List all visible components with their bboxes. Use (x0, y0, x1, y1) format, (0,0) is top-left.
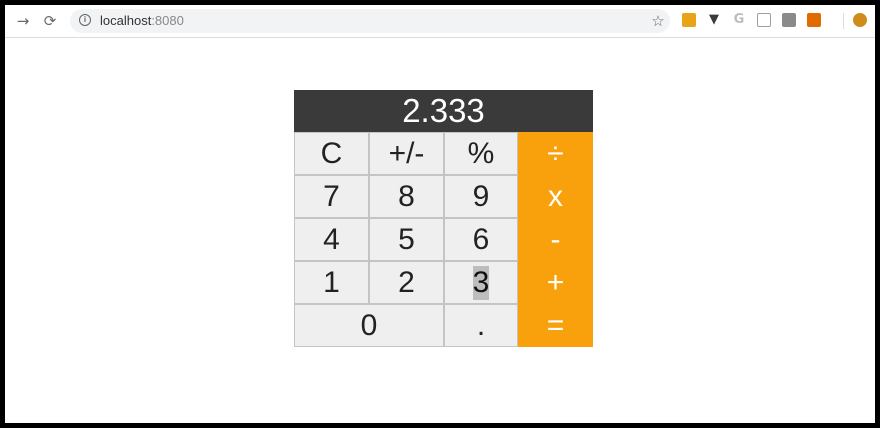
percent-button[interactable]: % (444, 132, 518, 175)
extension-box-icon[interactable] (807, 13, 821, 27)
bookmark-star-icon[interactable]: ☆ (648, 11, 668, 31)
digit-1-button[interactable]: 1 (294, 261, 369, 304)
browser-window: → ⟳ i localhost:8080 ☆ ▼ G 2.333 C +/- %… (5, 5, 875, 423)
browser-toolbar: → ⟳ i localhost:8080 ☆ ▼ G (5, 5, 875, 38)
extension-v-icon[interactable]: ▼ (707, 13, 721, 27)
extension-g-icon[interactable]: G (732, 13, 746, 27)
forward-arrow-icon[interactable]: → (13, 11, 33, 31)
url-text[interactable]: localhost:8080 (100, 9, 184, 33)
digit-5-button[interactable]: 5 (369, 218, 444, 261)
clear-button[interactable]: C (294, 132, 369, 175)
extension-windows-icon[interactable] (782, 13, 796, 27)
add-button[interactable]: + (518, 261, 593, 304)
calculator-keypad: C +/- % ÷ 7 8 9 x 4 5 6 - 1 2 3 + 0 . = (294, 132, 593, 347)
reload-icon[interactable]: ⟳ (40, 11, 60, 31)
url-port: :8080 (151, 13, 184, 28)
address-bar[interactable]: i localhost:8080 ☆ (70, 9, 670, 33)
extension-orange-icon[interactable] (682, 13, 696, 27)
sign-toggle-button[interactable]: +/- (369, 132, 444, 175)
calculator: 2.333 C +/- % ÷ 7 8 9 x 4 5 6 - 1 2 3 + … (294, 90, 593, 347)
url-host: localhost (100, 13, 152, 28)
calculator-display: 2.333 (294, 90, 593, 132)
extension-doc-icon[interactable] (757, 13, 771, 27)
digit-7-button[interactable]: 7 (294, 175, 369, 218)
info-icon[interactable]: i (79, 14, 91, 26)
digit-4-button[interactable]: 4 (294, 218, 369, 261)
digit-0-button[interactable]: 0 (294, 304, 444, 347)
divide-button[interactable]: ÷ (518, 132, 593, 175)
digit-2-button[interactable]: 2 (369, 261, 444, 304)
digit-9-button[interactable]: 9 (444, 175, 518, 218)
toolbar-separator (843, 13, 844, 29)
digit-3-label: 3 (472, 265, 490, 300)
subtract-button[interactable]: - (518, 218, 593, 261)
equals-button[interactable]: = (518, 304, 593, 347)
digit-8-button[interactable]: 8 (369, 175, 444, 218)
digit-6-button[interactable]: 6 (444, 218, 518, 261)
digit-3-button[interactable]: 3 (444, 261, 518, 304)
multiply-button[interactable]: x (518, 175, 593, 218)
decimal-button[interactable]: . (444, 304, 518, 347)
extension-fox-icon[interactable] (853, 13, 867, 27)
